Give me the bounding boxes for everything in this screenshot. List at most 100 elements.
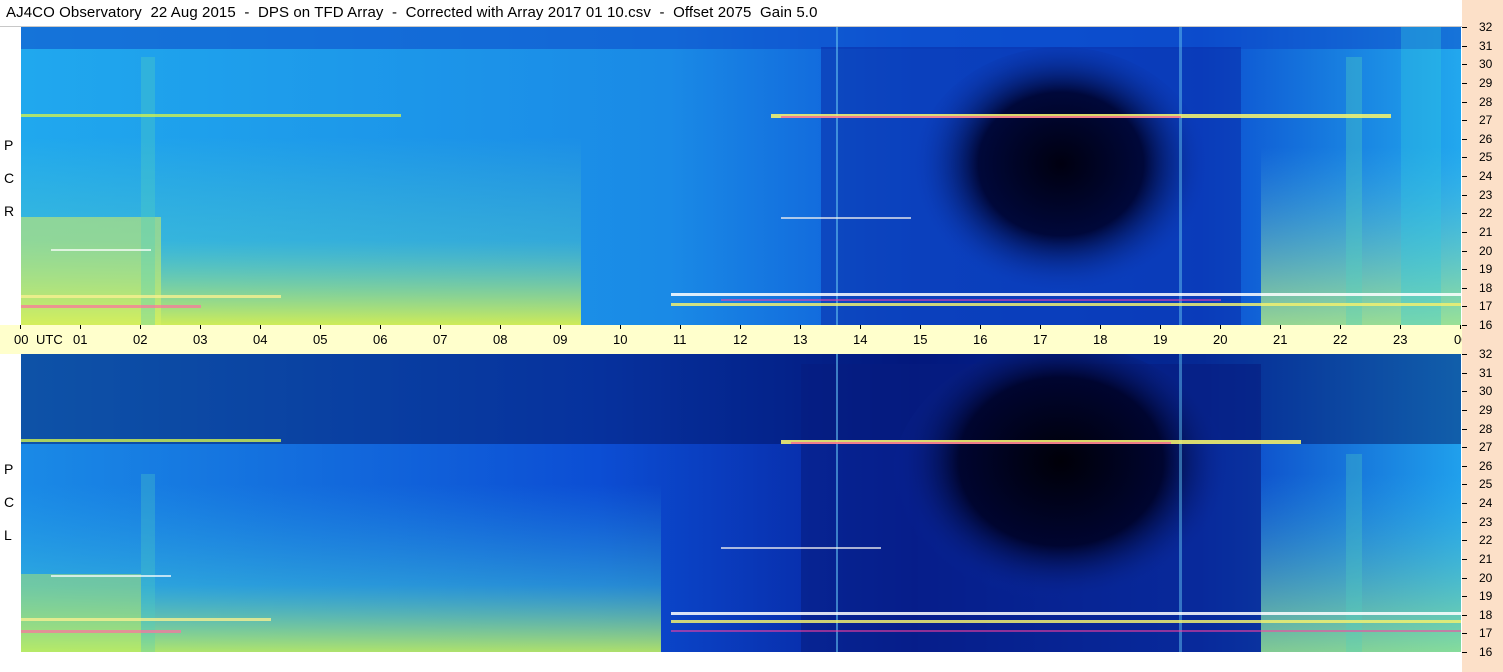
frequency-tick-label: 28 [1479, 421, 1493, 436]
frequency-tick [1462, 484, 1467, 486]
time-tick-label: 09 [553, 332, 568, 347]
time-tick-label: 06 [373, 332, 388, 347]
time-tick [740, 325, 741, 329]
time-tick [260, 325, 261, 329]
frequency-tick-label: 21 [1479, 224, 1493, 239]
frequency-tick-label: 27 [1479, 113, 1493, 128]
time-tick-label: 10 [613, 332, 628, 347]
time-tick [1400, 325, 1401, 329]
frequency-tick [1462, 614, 1467, 616]
time-tick [800, 325, 801, 329]
frequency-tick-label: 16 [1479, 645, 1493, 659]
frequency-tick-label: 23 [1479, 514, 1493, 529]
frequency-tick [1462, 306, 1467, 308]
time-tick [80, 325, 81, 329]
frequency-tick [1462, 354, 1467, 355]
frequency-tick-label: 22 [1479, 206, 1493, 221]
time-tick [1280, 325, 1281, 329]
time-tick-label: 04 [253, 332, 268, 347]
frequency-tick [1462, 287, 1467, 289]
time-tick [620, 325, 621, 329]
frequency-tick [1462, 391, 1467, 393]
time-tick-label: 13 [793, 332, 808, 347]
time-tick [380, 325, 381, 329]
frequency-tick-label: 19 [1479, 589, 1493, 604]
time-tick [1220, 325, 1221, 329]
frequency-tick-label: 18 [1479, 280, 1493, 295]
frequency-tick-label: 26 [1479, 458, 1493, 473]
frequency-tick [1462, 157, 1467, 159]
rcp-letter-p: R [4, 203, 15, 219]
frequency-tick [1462, 503, 1467, 504]
frequency-tick-label: 31 [1479, 365, 1493, 380]
frequency-tick [1462, 82, 1467, 84]
frequency-tick-label: 17 [1479, 626, 1493, 641]
time-tick [440, 325, 441, 329]
lcp-spectrogram-panel [21, 354, 1461, 652]
frequency-tick-label: 31 [1479, 38, 1493, 53]
frequency-tick [1462, 558, 1467, 560]
time-tick-label: 05 [313, 332, 328, 347]
time-tick-label: 20 [1213, 332, 1228, 347]
frequency-tick [1462, 465, 1467, 467]
frequency-tick [1462, 138, 1467, 140]
time-tick [20, 325, 21, 329]
time-tick-label: 12 [733, 332, 748, 347]
frequency-tick-label: 32 [1479, 20, 1493, 34]
time-tick [1160, 325, 1161, 329]
frequency-tick-label: 27 [1479, 440, 1493, 455]
frequency-tick [1462, 176, 1467, 177]
time-tick-label: 15 [913, 332, 928, 347]
time-tick [980, 325, 981, 329]
time-tick-label: 02 [133, 332, 148, 347]
frequency-tick [1462, 652, 1467, 653]
frequency-tick [1462, 633, 1467, 635]
time-tick [200, 325, 201, 329]
time-tick [1100, 325, 1101, 329]
time-tick-label: UTC [36, 332, 63, 347]
frequency-tick-label: 20 [1479, 243, 1493, 258]
time-tick-label: 11 [673, 332, 687, 347]
frequency-tick-label: 16 [1479, 318, 1493, 332]
frequency-tick-label: 23 [1479, 187, 1493, 202]
rcp-letter-r: P [4, 137, 14, 153]
frequency-tick [1462, 64, 1467, 66]
lcp-letter-l: L [4, 527, 12, 543]
frequency-axis: 32 31 30 29 28 27 26 25 24 23 22 21 20 19 18 17 16 32 31 30… [1462, 0, 1503, 672]
frequency-tick [1462, 213, 1467, 215]
page-title: AJ4CO Observatory 22 Aug 2015 - DPS on T… [6, 4, 818, 21]
time-axis: 00 UTC 01 02 03 04 05 06 07 08 09 10 11 12 13 14 15 16 17 1… [0, 325, 1496, 354]
frequency-tick [1462, 194, 1467, 196]
frequency-tick [1462, 447, 1467, 449]
time-tick-label: 18 [1093, 332, 1108, 347]
rcp-letter-c: C [4, 170, 15, 186]
frequency-tick [1462, 428, 1467, 430]
frequency-tick [1462, 101, 1467, 103]
time-tick-label: 08 [493, 332, 508, 347]
frequency-tick-label: 30 [1479, 384, 1493, 399]
rcp-spectrogram-panel [21, 27, 1461, 325]
lcp-letter-c: C [4, 494, 15, 510]
frequency-tick-label: 25 [1479, 150, 1493, 165]
lcp-spectrogram [21, 354, 1461, 652]
frequency-tick [1462, 45, 1467, 47]
frequency-tick-label: 17 [1479, 299, 1493, 314]
time-tick [860, 325, 861, 329]
frequency-tick [1462, 325, 1467, 326]
frequency-tick-label: 24 [1479, 496, 1493, 510]
time-tick-label: 16 [973, 332, 988, 347]
frequency-tick-label: 29 [1479, 75, 1493, 90]
frequency-tick-label: 24 [1479, 169, 1493, 183]
time-tick [680, 325, 681, 329]
frequency-tick [1462, 269, 1467, 271]
frequency-tick-label: 29 [1479, 402, 1493, 417]
frequency-tick [1462, 540, 1467, 542]
frequency-tick [1462, 409, 1467, 411]
time-tick-label: 07 [433, 332, 448, 347]
frequency-tick-label: 18 [1479, 607, 1493, 622]
time-tick-label: 19 [1153, 332, 1168, 347]
time-tick-label: 00 [14, 332, 29, 347]
frequency-tick-label: 32 [1479, 347, 1493, 361]
frequency-tick [1462, 596, 1467, 598]
time-tick [1040, 325, 1041, 329]
